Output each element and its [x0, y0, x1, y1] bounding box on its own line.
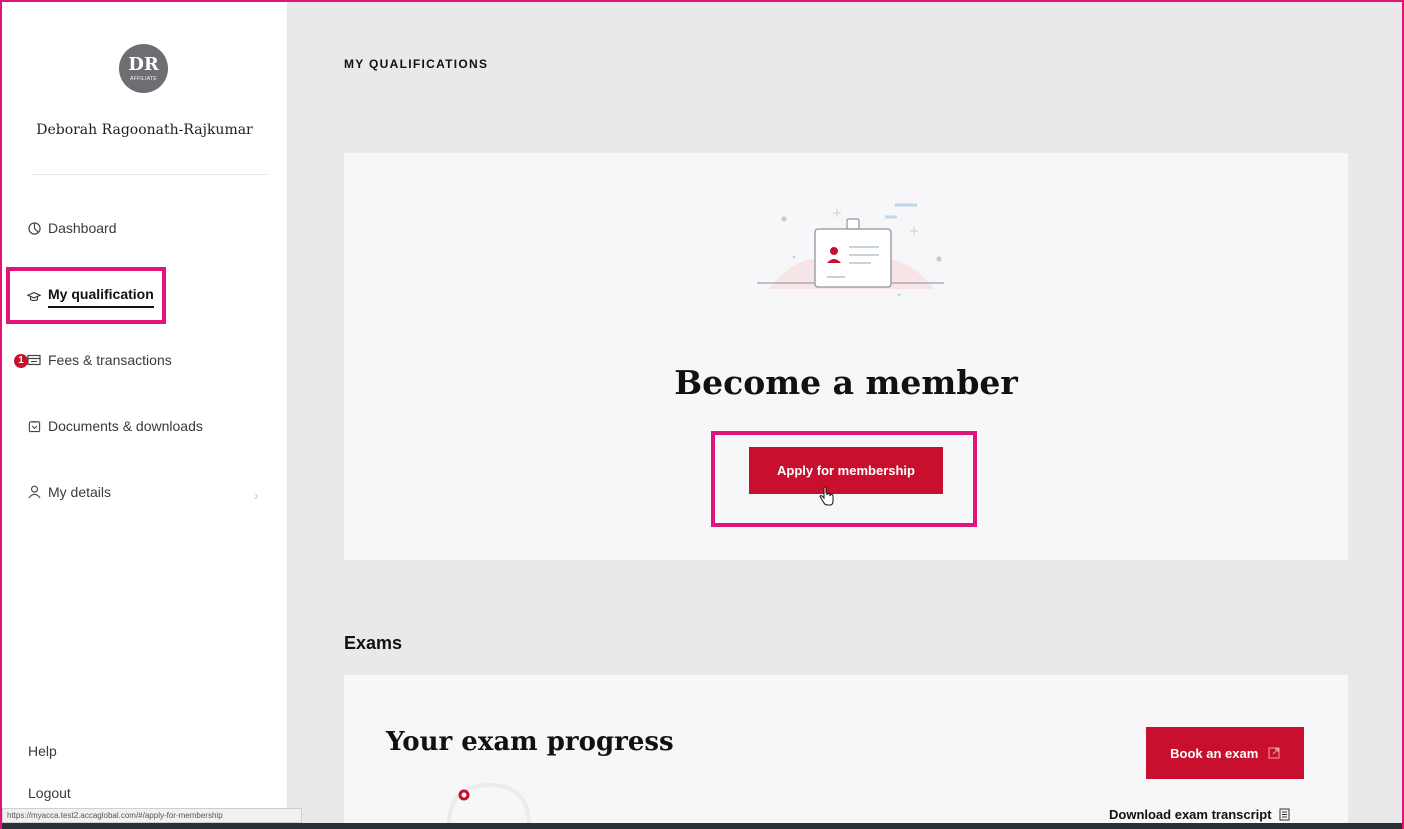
download-transcript-link[interactable]: Download exam transcript — [1109, 807, 1290, 822]
graduation-cap-icon — [26, 289, 42, 305]
sidebar-item-label: Dashboard — [48, 220, 117, 236]
sidebar-item-label: My details — [48, 484, 112, 500]
os-taskbar — [0, 823, 1404, 829]
sidebar: DR AFFILIATE Deborah Ragoonath-Rajkumar … — [2, 2, 287, 825]
external-link-icon — [1268, 747, 1280, 758]
person-icon — [26, 484, 42, 500]
help-link[interactable]: Help — [28, 743, 57, 759]
document-icon — [1279, 808, 1290, 821]
exam-progress-card: Your exam progress Book an exam Download… — [344, 675, 1348, 825]
sidebar-item-dashboard[interactable]: Dashboard — [26, 220, 117, 236]
status-bar-url: https://myacca.test2.accaglobal.com/#/ap… — [2, 808, 302, 823]
sidebar-item-fees-transactions[interactable]: Fees & transactions — [26, 352, 172, 368]
book-an-exam-label: Book an exam — [1170, 745, 1259, 761]
hand-cursor-icon — [819, 487, 834, 506]
avatar-initials: DR — [128, 54, 159, 75]
page-title: MY QUALIFICATIONS — [344, 57, 489, 71]
book-an-exam-button[interactable]: Book an exam — [1146, 727, 1304, 779]
avatar[interactable]: DR AFFILIATE — [119, 44, 168, 93]
main-content: MY QUALIFICATIONS Become a member Apply … — [287, 2, 1402, 825]
user-name: Deborah Ragoonath-Rajkumar — [36, 122, 253, 138]
exam-progress-ring — [447, 782, 531, 825]
chevron-right-icon: › — [254, 487, 259, 503]
membership-illustration — [757, 203, 944, 297]
sidebar-item-label: Documents & downloads — [48, 418, 203, 434]
membership-card: Become a member Apply for membership — [344, 153, 1348, 560]
apply-for-membership-button[interactable]: Apply for membership — [749, 447, 943, 494]
sidebar-item-my-details[interactable]: My details — [26, 484, 111, 500]
become-member-title: Become a member — [674, 363, 1018, 402]
document-box-icon — [26, 418, 42, 434]
download-transcript-label: Download exam transcript — [1109, 807, 1272, 822]
sidebar-item-label: My qualification — [48, 286, 154, 308]
card-icon — [26, 352, 42, 368]
sidebar-item-documents-downloads[interactable]: Documents & downloads — [26, 418, 203, 434]
clock-pie-icon — [26, 220, 42, 236]
sidebar-item-my-qualification[interactable]: My qualification — [26, 286, 154, 308]
avatar-tier: AFFILIATE — [129, 76, 158, 82]
exams-heading: Exams — [344, 633, 403, 653]
sidebar-item-label: Fees & transactions — [48, 352, 172, 368]
exam-progress-title: Your exam progress — [386, 727, 674, 757]
sidebar-divider — [32, 174, 268, 175]
logout-link[interactable]: Logout — [28, 785, 71, 801]
